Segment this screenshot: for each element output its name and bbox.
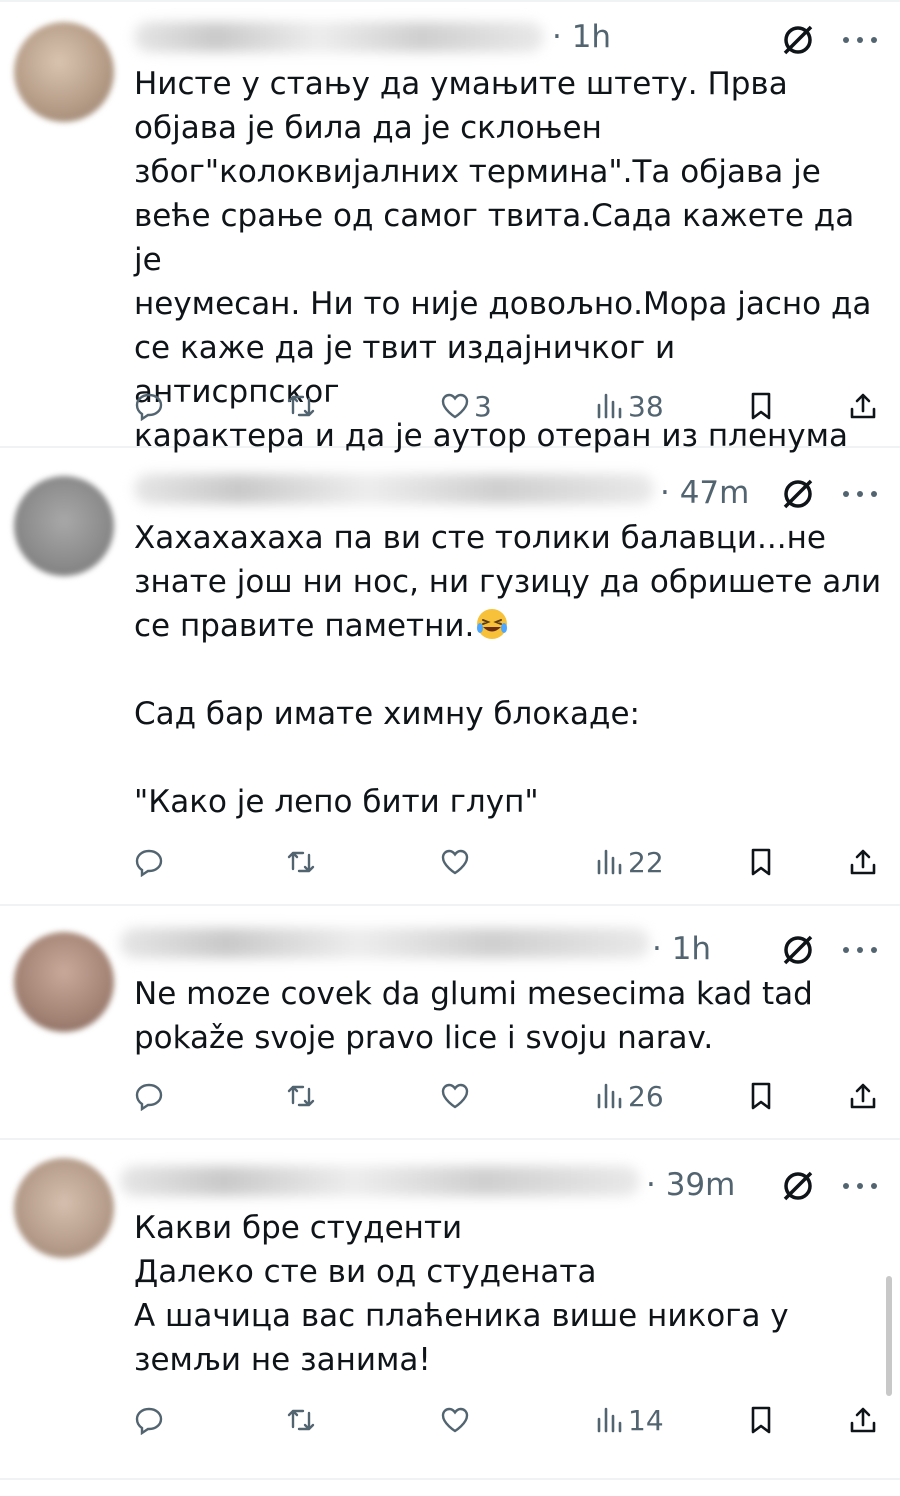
bookmark-icon <box>751 848 771 876</box>
reply-button[interactable] <box>134 1400 164 1440</box>
heart-icon <box>441 1407 469 1433</box>
laughing-emoji-icon <box>477 609 508 639</box>
bookmark-icon <box>751 1406 771 1434</box>
reply-icon <box>135 1407 163 1435</box>
retweet-button[interactable] <box>286 1076 316 1116</box>
like-button[interactable] <box>440 1076 474 1116</box>
reply-button[interactable] <box>134 1076 164 1116</box>
view-count: 26 <box>628 1079 664 1113</box>
retweet-button[interactable] <box>286 386 316 426</box>
reply-tweet-3[interactable]: · 1h Ne moze covek da glumi mesecima kad… <box>0 904 900 1140</box>
share-button[interactable] <box>848 1076 878 1116</box>
reply-tweet-2[interactable]: · 47m Хахахахаха па ви сте толики балавц… <box>0 446 900 906</box>
like-button[interactable] <box>440 842 474 882</box>
more-icon[interactable] <box>840 488 880 500</box>
retweet-icon <box>287 851 315 873</box>
grok-icon[interactable] <box>778 1166 818 1206</box>
retweet-button[interactable] <box>286 1400 316 1440</box>
share-button[interactable] <box>848 1400 878 1440</box>
view-count: 22 <box>628 845 664 879</box>
action-bar: 22 <box>0 842 900 882</box>
views-icon <box>597 1407 622 1433</box>
bookmark-button[interactable] <box>746 1400 776 1440</box>
tweet-text: Какви бре студенти Далеко сте ви од студ… <box>134 1210 789 1378</box>
scrollbar[interactable] <box>886 1276 892 1396</box>
share-button[interactable] <box>848 386 878 426</box>
views-button[interactable]: 22 <box>594 842 664 882</box>
retweet-icon <box>287 395 315 417</box>
action-bar: 14 <box>0 1400 900 1440</box>
blurred-username[interactable] <box>120 1166 640 1196</box>
tweet-timestamp[interactable]: · 39m <box>646 1170 735 1201</box>
more-icon[interactable] <box>840 34 880 46</box>
reply-button[interactable] <box>134 842 164 882</box>
share-icon <box>850 1407 876 1433</box>
blurred-username[interactable] <box>134 22 544 52</box>
retweet-icon <box>287 1409 315 1431</box>
avatar[interactable] <box>14 22 114 122</box>
retweet-button[interactable] <box>286 842 316 882</box>
blurred-username[interactable] <box>134 474 654 504</box>
bookmark-button[interactable] <box>746 842 776 882</box>
bookmark-button[interactable] <box>746 386 776 426</box>
avatar[interactable] <box>14 932 114 1032</box>
bookmark-button[interactable] <box>746 1076 776 1116</box>
tweet-text: Хахахахаха па ви сте толики балавци...не… <box>134 516 884 824</box>
views-icon <box>597 1083 622 1109</box>
reply-button[interactable] <box>134 386 164 426</box>
tweet-timestamp[interactable]: · 1h <box>652 934 711 965</box>
retweet-icon <box>287 1085 315 1107</box>
views-button[interactable]: 26 <box>594 1076 664 1116</box>
grok-icon[interactable] <box>778 474 818 514</box>
share-icon <box>850 1083 876 1109</box>
blurred-username[interactable] <box>120 928 650 958</box>
reply-icon <box>135 1083 163 1111</box>
bookmark-icon <box>751 392 771 420</box>
grok-icon[interactable] <box>778 20 818 60</box>
more-icon[interactable] <box>840 1180 880 1192</box>
heart-icon <box>441 393 469 419</box>
like-button[interactable]: 3 <box>440 386 492 426</box>
action-bar: 3 38 <box>0 386 900 426</box>
reply-tweet-1[interactable]: · 1h Нисте у стању да умањите штету. Прв… <box>0 0 900 454</box>
reply-icon <box>135 849 163 877</box>
reply-tweet-4[interactable]: · 39m Какви бре студенти Далеко сте ви о… <box>0 1138 900 1480</box>
tweet-timestamp[interactable]: · 47m <box>660 478 749 509</box>
view-count: 38 <box>628 389 664 423</box>
like-count: 3 <box>474 389 492 423</box>
tweet-text: Ne moze covek da glumi mesecima kad tad … <box>134 976 813 1056</box>
views-icon <box>597 849 622 875</box>
views-button[interactable]: 38 <box>594 386 664 426</box>
like-button[interactable] <box>440 1400 474 1440</box>
heart-icon <box>441 1083 469 1109</box>
avatar[interactable] <box>14 1158 114 1258</box>
action-bar: 26 <box>0 1076 900 1116</box>
bookmark-icon <box>751 1082 771 1110</box>
view-count: 14 <box>628 1403 664 1437</box>
views-button[interactable]: 14 <box>594 1400 664 1440</box>
tweet-timestamp[interactable]: · 1h <box>552 22 611 53</box>
share-button[interactable] <box>848 842 878 882</box>
views-icon <box>597 393 622 419</box>
heart-icon <box>441 849 469 875</box>
share-icon <box>850 849 876 875</box>
grok-icon[interactable] <box>778 930 818 970</box>
avatar[interactable] <box>14 476 114 576</box>
share-icon <box>850 393 876 419</box>
reply-icon <box>135 393 163 421</box>
more-icon[interactable] <box>840 944 880 956</box>
tweet-text-continued: Сад бар имате химну блокаде: "Како је ле… <box>134 696 641 820</box>
